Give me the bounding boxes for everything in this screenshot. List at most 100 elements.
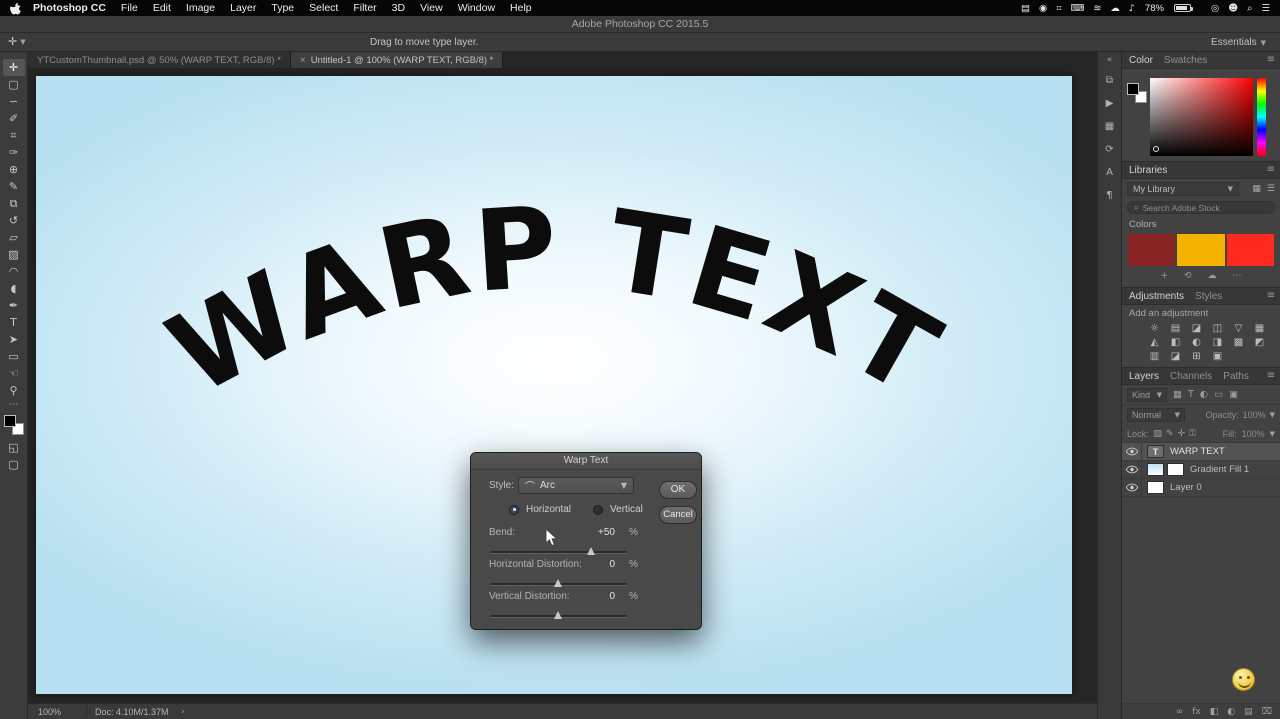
menu-item[interactable]: Image xyxy=(186,2,215,14)
adjustment-icon[interactable]: ▽ xyxy=(1232,323,1245,334)
edit-toolbar-icon[interactable]: ⋯ xyxy=(9,401,19,409)
hand-tool[interactable]: ☜ xyxy=(3,365,25,382)
tab-adjustments[interactable]: Adjustments xyxy=(1129,291,1184,302)
brush-tool[interactable]: ✎ xyxy=(3,178,25,195)
layer-visibility-toggle[interactable] xyxy=(1122,479,1142,496)
dark-red-swatch[interactable] xyxy=(1128,234,1175,266)
horizontal-distortion-slider[interactable] xyxy=(491,580,627,589)
opacity-value[interactable]: 100% xyxy=(1243,410,1266,420)
move-tool[interactable]: ✛ xyxy=(3,59,25,76)
hue-slider[interactable] xyxy=(1257,78,1266,156)
layer-name[interactable]: Gradient Fill 1 xyxy=(1190,464,1249,475)
panel-menu-icon[interactable]: ≡ xyxy=(1267,54,1275,65)
panel-strip-icon[interactable]: ▶ xyxy=(1106,98,1114,109)
layer-visibility-toggle[interactable] xyxy=(1122,443,1142,460)
menubar-status-icon[interactable]: ☰ xyxy=(1261,3,1270,14)
workspace-switcher[interactable]: Essentials ▼ xyxy=(1211,37,1266,48)
adjustment-icon[interactable]: ◩ xyxy=(1253,337,1266,348)
history-brush-tool[interactable]: ↺ xyxy=(3,212,25,229)
menubar-status-icon[interactable]: ♪ xyxy=(1129,3,1135,14)
adjustment-icon[interactable]: ▩ xyxy=(1232,337,1245,348)
adjustment-icon[interactable]: ▦ xyxy=(1253,323,1266,334)
healing-brush-tool[interactable]: ⊕ xyxy=(3,161,25,178)
layer-filter-icon[interactable]: ◐ xyxy=(1200,389,1208,400)
menu-item[interactable]: File xyxy=(121,2,138,14)
clone-stamp-tool[interactable]: ⧉ xyxy=(3,195,25,212)
layer-filter-kind-dropdown[interactable]: Kind ▼ xyxy=(1127,388,1167,402)
menu-item[interactable]: Select xyxy=(309,2,338,14)
status-menu-chevron-icon[interactable]: › xyxy=(181,707,185,717)
adjustment-icon[interactable]: ⊞ xyxy=(1190,351,1203,362)
layer-filter-icon[interactable]: T xyxy=(1188,389,1194,400)
foreground-background-colors[interactable] xyxy=(4,415,24,435)
eyedropper-tool[interactable]: ✑ xyxy=(3,144,25,161)
menu-item[interactable]: Filter xyxy=(353,2,376,14)
view-toggle-icon[interactable]: ▦ xyxy=(1252,184,1261,194)
layers-footer-icon[interactable]: ◐ xyxy=(1227,707,1235,717)
dialog-title[interactable]: Warp Text xyxy=(471,453,701,470)
menu-item[interactable]: Edit xyxy=(153,2,171,14)
bend-slider[interactable] xyxy=(491,548,627,557)
library-select[interactable]: My Library ▼ xyxy=(1127,182,1239,196)
menubar-status-icon[interactable]: ◎ xyxy=(1211,3,1219,14)
panel-strip-icon[interactable]: A xyxy=(1106,167,1113,178)
slider-track[interactable] xyxy=(491,551,627,553)
slider-thumb[interactable] xyxy=(554,611,562,619)
menubar-status-icon[interactable]: ▤ xyxy=(1021,3,1030,14)
pen-tool[interactable]: ✒ xyxy=(3,297,25,314)
menu-item[interactable]: Help xyxy=(510,2,532,14)
menubar-status-icon[interactable]: ☻ xyxy=(1228,3,1238,14)
menubar-status-icon[interactable]: ☁ xyxy=(1110,3,1120,14)
layer-visibility-toggle[interactable] xyxy=(1122,461,1142,478)
saturation-brightness-picker[interactable] xyxy=(1150,78,1253,156)
tab-libraries[interactable]: Libraries xyxy=(1129,165,1167,176)
tab-styles[interactable]: Styles xyxy=(1195,291,1222,302)
vertical-radio-label[interactable]: Vertical xyxy=(610,504,643,515)
layer-mask-thumbnail[interactable] xyxy=(1167,463,1184,476)
layer-filter-icon[interactable]: ▦ xyxy=(1173,389,1182,400)
tab-channels[interactable]: Channels xyxy=(1170,371,1212,382)
menubar-status-icon[interactable]: ◉ xyxy=(1039,3,1047,14)
vertical-distortion-value-field[interactable]: 0 xyxy=(575,591,615,602)
tab-swatches[interactable]: Swatches xyxy=(1164,55,1207,66)
document-tab-inactive[interactable]: YTCustomThumbnail.psd @ 50% (WARP TEXT, … xyxy=(28,52,291,68)
dodge-tool[interactable]: ◖ xyxy=(3,280,25,297)
library-footer-icon[interactable]: + xyxy=(1160,271,1168,281)
color-panel-chips[interactable] xyxy=(1127,83,1147,103)
adjustment-icon[interactable]: ▣ xyxy=(1211,351,1224,362)
library-footer-icon[interactable]: ⟲ xyxy=(1184,271,1192,281)
menu-item[interactable]: Window xyxy=(458,2,495,14)
layers-footer-icon[interactable]: ⌧ xyxy=(1262,707,1272,717)
tool-preset-picker[interactable]: ✛ ▼ xyxy=(8,35,26,48)
adjustment-icon[interactable]: ◪ xyxy=(1190,323,1203,334)
tab-color[interactable]: Color xyxy=(1129,55,1153,66)
panel-strip-icon[interactable]: ▦ xyxy=(1105,121,1114,132)
panel-strip-icon[interactable]: ¶ xyxy=(1106,190,1112,201)
close-tab-icon[interactable]: × xyxy=(300,55,306,66)
view-toggle-icon[interactable]: ☰ xyxy=(1267,184,1275,194)
layer-filter-icon[interactable]: ▭ xyxy=(1214,389,1223,400)
red-swatch[interactable] xyxy=(1227,234,1274,266)
bend-value-field[interactable]: +50 xyxy=(575,527,615,538)
quick-selection-tool[interactable]: ✐ xyxy=(3,110,25,127)
layer-row-layer-0[interactable]: Layer 0 xyxy=(1122,479,1280,497)
document-tab-active[interactable]: × Untitled-1 @ 100% (WARP TEXT, RGB/8) * xyxy=(291,52,503,68)
menu-item[interactable]: Photoshop CC xyxy=(33,2,106,14)
menubar-status-icon[interactable]: ⌨ xyxy=(1071,3,1085,14)
eraser-tool[interactable]: ▱ xyxy=(3,229,25,246)
blend-mode-dropdown[interactable]: Normal ▼ xyxy=(1127,408,1185,422)
slider-thumb[interactable] xyxy=(587,547,595,555)
lasso-tool[interactable]: ∽ xyxy=(3,93,25,110)
feedback-smiley-icon[interactable] xyxy=(1232,668,1255,691)
panel-menu-icon[interactable]: ≡ xyxy=(1267,164,1275,175)
adjustment-icon[interactable]: ◧ xyxy=(1169,337,1182,348)
library-footer-icon[interactable]: ☁ xyxy=(1208,271,1217,281)
tab-paths[interactable]: Paths xyxy=(1223,371,1249,382)
layer-filter-icon[interactable]: ▣ xyxy=(1229,389,1238,400)
horizontal-radio[interactable] xyxy=(509,505,519,515)
gradient-layer-thumbnail[interactable] xyxy=(1147,463,1164,476)
layers-footer-icon[interactable]: ∞ xyxy=(1176,707,1184,717)
shape-tool[interactable]: ▭ xyxy=(3,348,25,365)
adjustment-icon[interactable]: ◫ xyxy=(1211,323,1224,334)
warp-style-dropdown[interactable]: ⌒ Arc ▼ xyxy=(518,477,634,494)
